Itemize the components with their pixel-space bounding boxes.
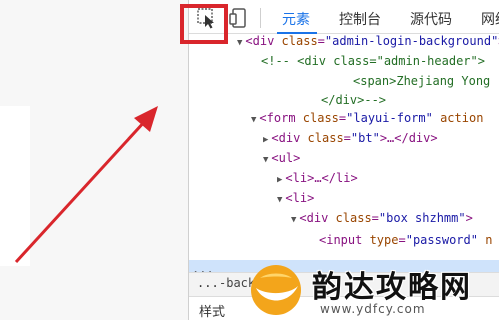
watermark-url: www.ydfcy.com [320,302,426,316]
dom-attr-name: action [432,111,484,125]
dom-comment: </div>--> [321,93,387,107]
dom-tag: <form [259,111,303,125]
expand-triangle-icon[interactable]: ▼ [251,115,256,125]
dom-tag: <li> [285,191,315,205]
watermark-title: 韵达攻略网 [312,270,472,305]
expand-triangle-icon[interactable]: ▼ [237,38,242,48]
dom-attr-value: "admin-login-background" [324,34,499,48]
dom-attr-value: "layui-form" [346,111,433,125]
dom-attr-name: class [335,211,372,225]
dom-comment-line[interactable]: </div>--> [321,90,386,110]
collapse-triangle-icon[interactable]: ▶ [277,175,282,185]
watermark: 韵达攻略网 www.ydfcy.com [244,258,499,320]
dom-node-line[interactable]: ▼ <ul> [263,148,300,168]
tab-styles[interactable]: 样式 [199,301,225,320]
dom-attr-value: "bt" [350,131,380,145]
dom-attr-value: "password" [405,233,478,247]
dom-eq: = [371,211,379,225]
breadcrumb-more-button[interactable]: ... [197,276,219,290]
dom-attr-name: class [281,34,318,48]
watermark-logo [250,264,302,316]
dom-eq: = [317,34,325,48]
dom-attr-name: type [369,233,399,247]
dom-attr-value: "box shzhmm" [378,211,466,225]
device-toggle-icon[interactable] [229,8,247,28]
toolbar-divider [260,8,261,28]
tab-sources[interactable]: 源代码 [410,9,452,29]
tab-network[interactable]: 网络 [481,9,499,29]
web-page-area [0,0,188,320]
dom-tree: ... ▼ <div class="admin-login-background"… [189,31,499,284]
dom-tag-close: > [465,211,473,225]
dom-attr-name: class [307,131,344,145]
dom-node-line[interactable]: ▶ <li>…</li> [277,168,358,188]
dom-eq: = [398,233,406,247]
dom-tag: <ul> [271,151,301,165]
dom-tag: <div [271,131,308,145]
dom-tag-close: >…</div> [379,131,438,145]
page-content-card [0,106,30,266]
dom-eq: = [343,131,351,145]
expand-triangle-icon[interactable]: ▼ [263,155,268,165]
dom-comment-line[interactable]: <span>Zhejiang Yong [353,71,490,91]
expand-triangle-icon[interactable]: ▼ [277,195,282,205]
inspect-highlight-box [180,4,228,44]
dom-node-line[interactable]: ▼ <form class="layui-form" action [251,108,483,128]
dom-comment: <span>Zhejiang Yong [353,74,491,88]
dom-comment-line[interactable]: <!-- <div class="admin-header"> [261,51,485,71]
expand-triangle-icon[interactable]: ▼ [291,215,296,225]
dom-node-line-selected[interactable]: <input type="password" n [319,230,492,250]
dom-tag: <li>…</li> [285,171,358,185]
dom-node-line[interactable]: ▼ <li> [277,188,314,208]
tab-elements[interactable]: 元素 [282,9,310,29]
tab-console[interactable]: 控制台 [339,9,381,29]
devtools-toolbar: 元素 控制台 源代码 网络 [189,0,499,34]
dom-tag: <div [299,211,336,225]
dom-tag: <input [319,233,370,247]
dom-tag: <div [245,34,282,48]
dom-node-line[interactable]: ▶ <div class="bt">…</div> [263,128,438,148]
dom-attr-name: n [477,233,493,247]
dom-node-line[interactable]: ▼ <div class="box shzhmm"> [291,208,473,228]
dom-node-line[interactable]: ▼<div class="admin-login-background"> [237,31,499,51]
collapse-triangle-icon[interactable]: ▶ [263,135,268,145]
dom-attr-name: class [302,111,339,125]
dom-comment: <!-- <div class="admin-header"> [261,54,485,68]
